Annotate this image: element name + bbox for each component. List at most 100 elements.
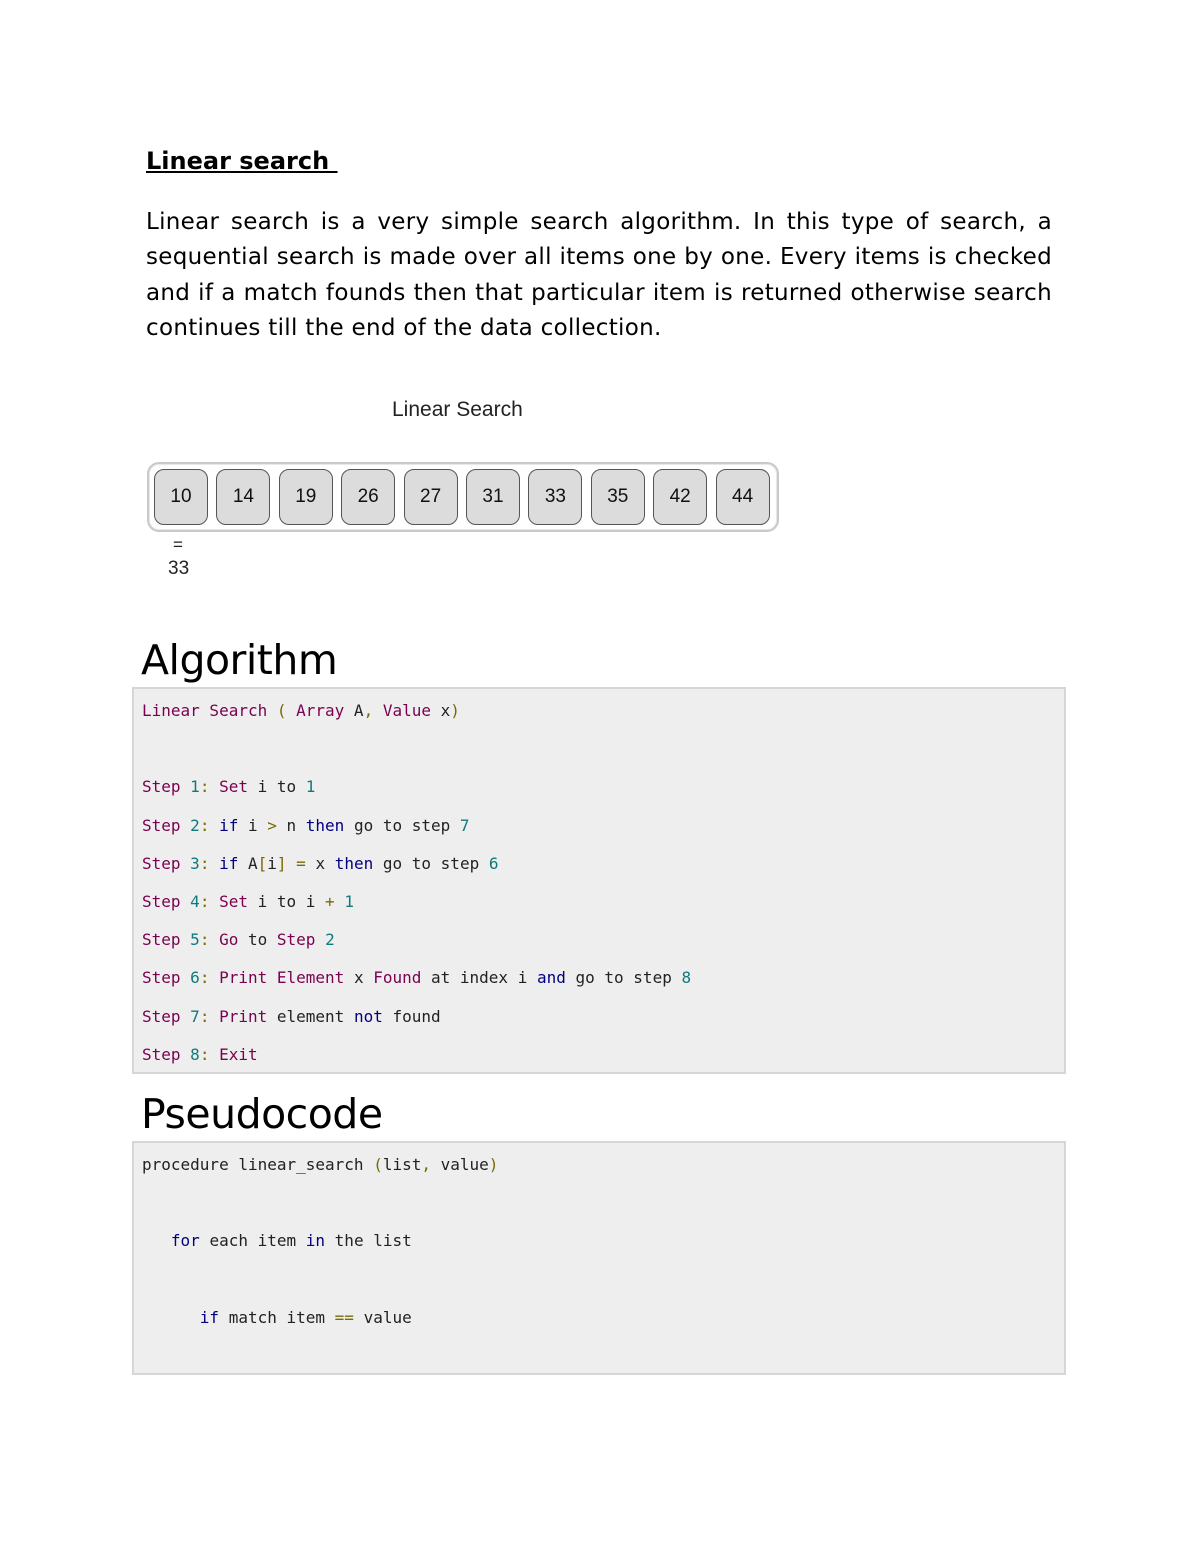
figure-title: Linear Search <box>392 398 523 421</box>
code-token: Print Element <box>219 968 354 988</box>
array-cell: 35 <box>590 469 645 525</box>
code-token: Go <box>219 930 248 950</box>
code-token: if <box>219 815 248 835</box>
code-token: value <box>440 1155 489 1174</box>
code-token: 8 <box>681 968 692 988</box>
code-token: x <box>440 701 451 720</box>
code-token: ) <box>450 701 460 720</box>
code-line: Step 6: Print Element x Found at index i… <box>142 968 691 987</box>
code-token: found <box>392 1006 441 1026</box>
code-token: not <box>353 1006 393 1026</box>
code-token: 2 <box>325 930 335 950</box>
comparison-symbol: = <box>173 535 183 554</box>
code-token: == <box>334 1307 364 1327</box>
code-line: Step 4: Set i to i + 1 <box>142 892 354 911</box>
code-token: : <box>199 777 220 797</box>
section-title: Linear search <box>146 147 338 175</box>
code-token: Step <box>142 1044 191 1064</box>
intro-paragraph: Linear search is a very simple search al… <box>146 209 1052 341</box>
code-token: : <box>199 892 220 911</box>
code-token: Step <box>142 930 191 950</box>
code-token: Step <box>142 853 191 873</box>
code-token: the list <box>334 1231 412 1251</box>
code-token: Exit <box>219 1044 258 1064</box>
code-token: in <box>305 1231 335 1251</box>
code-token: Set <box>219 892 258 911</box>
code-line: Linear Search ( Array A, Value x) <box>142 701 460 720</box>
code-token: then <box>334 853 383 873</box>
code-token: n <box>286 815 306 835</box>
algorithm-code-block: Linear Search ( Array A, Value x) Step 1:… <box>132 687 1066 1074</box>
code-token: then <box>305 815 354 835</box>
code-line: Step 8: Exit <box>142 1045 258 1064</box>
code-token: 3 <box>190 853 200 873</box>
array-cell: 14 <box>216 469 271 525</box>
code-token: A <box>353 701 364 720</box>
pseudocode-heading: Pseudocode <box>141 1090 383 1138</box>
code-token: and <box>536 968 576 988</box>
code-token: 7 <box>459 815 470 835</box>
code-token: 1 <box>305 777 316 797</box>
code-line: for each item in the list <box>142 1231 412 1250</box>
code-token: procedure linear_search <box>142 1155 374 1174</box>
code-token: to <box>247 930 277 950</box>
code-token: Set <box>219 777 258 797</box>
code-line: if match item == value <box>142 1308 412 1327</box>
code-token: value <box>363 1307 412 1327</box>
code-token: 6 <box>488 853 499 873</box>
code-token: Step <box>142 1006 191 1026</box>
code-token: , <box>421 1155 441 1174</box>
code-token: x <box>315 853 335 873</box>
code-token: x <box>353 968 374 988</box>
code-token: go to step <box>575 968 682 988</box>
array-cell: 19 <box>278 469 333 525</box>
code-token: 5 <box>190 930 200 950</box>
code-token: 7 <box>190 1006 200 1026</box>
array-cell: 33 <box>528 469 583 525</box>
code-token: ] = <box>276 853 316 873</box>
code-token: 2 <box>190 815 200 835</box>
code-token: ) <box>488 1155 499 1174</box>
algorithm-heading: Algorithm <box>141 636 338 684</box>
array-cell: 42 <box>653 469 708 525</box>
code-token: 1 <box>190 777 200 797</box>
code-token: for <box>170 1231 210 1251</box>
pseudocode-code-block: procedure linear_search (list, value) fo… <box>132 1141 1066 1375</box>
code-token: : <box>199 1006 220 1026</box>
code-token: 1 <box>344 892 354 911</box>
code-token: if <box>199 1307 229 1327</box>
array-cell: 26 <box>341 469 396 525</box>
code-line: Step 3: if A[i] = x then go to step 6 <box>142 854 498 873</box>
code-token: each item <box>209 1231 306 1251</box>
code-line: Step 5: Go to Step 2 <box>142 930 335 949</box>
code-token: , <box>363 701 383 720</box>
code-token: : <box>199 815 220 835</box>
code-token: at index i <box>431 968 537 988</box>
code-token: Array <box>296 701 354 720</box>
code-token: i to <box>257 777 306 797</box>
code-line: Step 2: if i > n then go to step 7 <box>142 816 470 835</box>
code-token: match item <box>228 1307 335 1327</box>
code-token: i <box>247 815 268 835</box>
code-token: Value <box>382 701 441 720</box>
code-line: Step 7: Print element not found <box>142 1007 441 1026</box>
code-token: A <box>247 853 258 873</box>
array-cell: 44 <box>715 469 770 525</box>
code-token: : <box>199 853 220 873</box>
code-line: Step 1: Set i to 1 <box>142 777 315 796</box>
code-token: 8 <box>190 1044 200 1064</box>
code-token: Linear Search <box>142 701 277 720</box>
code-token: > <box>267 815 287 835</box>
code-token: : <box>199 1044 220 1064</box>
code-token: Found <box>373 968 431 988</box>
code-token: go to step <box>353 815 460 835</box>
code-token: element <box>276 1006 354 1026</box>
code-token: Step <box>142 815 191 835</box>
search-value: 33 <box>168 558 190 579</box>
array-cell: 10 <box>154 469 208 525</box>
code-token: Print <box>219 1006 277 1026</box>
code-token: 6 <box>190 968 200 988</box>
code-token: 4 <box>190 892 200 911</box>
